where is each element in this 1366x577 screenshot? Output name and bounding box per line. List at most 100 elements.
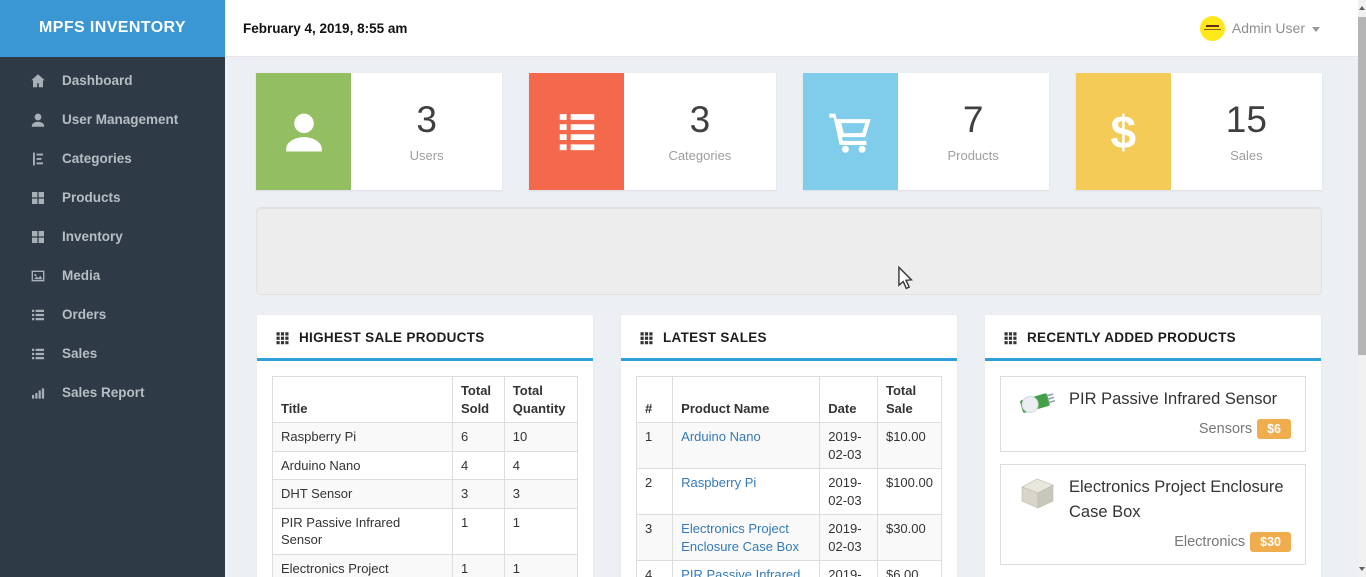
- stat-label: Users: [410, 148, 444, 163]
- sidebar-item-products[interactable]: Products: [0, 178, 225, 217]
- table-cell: 10: [504, 423, 577, 452]
- table-row: 2Raspberry Pi2019-02-03$100.00: [637, 469, 942, 515]
- sidebar-item-orders[interactable]: Orders: [0, 295, 225, 334]
- panels-row: HIGHEST SALE PRODUCTS TitleTotal SoldTot…: [256, 314, 1322, 577]
- sidebar: Dashboard User Management Categories Produc…: [0, 57, 225, 577]
- sidebar-item-dashboard[interactable]: Dashboard: [0, 61, 225, 100]
- product-link[interactable]: Electronics Project Enclosure Case Box: [681, 521, 799, 554]
- product-link[interactable]: Raspberry Pi: [681, 475, 756, 490]
- list-ul-icon: [529, 73, 624, 190]
- panel-recently-added-products: RECENTLY ADDED PRODUCTS PIR Passive Infr…: [984, 314, 1322, 577]
- latest-sales-table: #Product NameDateTotal Sale1Arduino Nano…: [636, 376, 942, 577]
- panel-heading: RECENTLY ADDED PRODUCTS: [985, 315, 1321, 361]
- app-title: MPFS INVENTORY: [39, 19, 186, 37]
- table-cell: 1: [637, 423, 673, 469]
- table-cell: DHT Sensor: [273, 480, 453, 509]
- stat-value: 3: [690, 100, 711, 141]
- table-cell: 2019-02-03: [820, 561, 878, 577]
- app-logo[interactable]: MPFS INVENTORY: [0, 0, 225, 57]
- stat-card-categories[interactable]: 3Categories: [529, 73, 775, 190]
- dashboard-page: { "header": { "brand": "MPFS INVENTORY",…: [0, 0, 1366, 577]
- grid-icon: [1003, 330, 1018, 345]
- product-link[interactable]: Arduino Nano: [681, 429, 761, 444]
- table-cell: Electronics Project Enclosure Case Box: [673, 515, 820, 561]
- table-cell: PIR Passive Infrared Sensor: [673, 561, 820, 577]
- table-cell: 6: [452, 423, 504, 452]
- highest-sale-table: TitleTotal SoldTotal QuantityRaspberry P…: [272, 376, 578, 577]
- grid-icon: [639, 330, 654, 345]
- dollar-icon: $: [1076, 73, 1171, 190]
- table-cell: 4: [452, 451, 504, 480]
- user-menu[interactable]: Admin User: [1200, 16, 1320, 41]
- panel-latest-sales: LATEST SALES #Product NameDateTotal Sale…: [620, 314, 958, 577]
- scroll-up-button[interactable]: [1358, 0, 1366, 16]
- sidebar-item-sales[interactable]: Sales: [0, 334, 225, 373]
- sidebar-item-label: Media: [62, 268, 100, 283]
- table-cell: 4: [504, 451, 577, 480]
- sidebar-item-inventory[interactable]: Inventory: [0, 217, 225, 256]
- product-title: Electronics Project Enclosure Case Box: [1069, 478, 1284, 522]
- sidebar-item-label: User Management: [62, 112, 178, 127]
- table-cell: 2019-02-03: [820, 515, 878, 561]
- user-icon: [30, 112, 46, 128]
- stat-value: 3: [416, 100, 437, 141]
- sidebar-item-categories[interactable]: Categories: [0, 139, 225, 178]
- panel-heading: HIGHEST SALE PRODUCTS: [257, 315, 593, 361]
- cart-icon: [803, 73, 898, 190]
- table-cell: 1: [504, 508, 577, 554]
- stat-value: 7: [963, 100, 984, 141]
- scrollbar[interactable]: [1358, 0, 1366, 577]
- main-content: 3 Users 3Categories7Products$15 Sales HIGHE…: [225, 57, 1358, 577]
- grid-icon: [275, 330, 290, 345]
- table-cell: 4: [637, 561, 673, 577]
- column-header: Title: [273, 377, 453, 423]
- user-avatar: [1200, 16, 1225, 41]
- sidebar-item-label: Orders: [62, 307, 106, 322]
- scrollbar-thumb[interactable]: [1358, 17, 1366, 355]
- column-header: Total Quantity: [504, 377, 577, 423]
- enclosure-box-image: [1015, 475, 1059, 518]
- recently-added-list: PIR Passive Infrared SensorSensors$6 Elec…: [985, 361, 1321, 577]
- table-cell: 2: [637, 469, 673, 515]
- grid-icon: [30, 190, 46, 206]
- stat-card-sales[interactable]: $15 Sales: [1076, 73, 1322, 190]
- pir-sensor-image: [1015, 387, 1059, 424]
- panel-highest-sale-products: HIGHEST SALE PRODUCTS TitleTotal SoldTot…: [256, 314, 594, 577]
- stat-value: 15: [1226, 100, 1267, 141]
- user-name: Admin User: [1232, 20, 1305, 36]
- table-row: PIR Passive Infrared Sensor11: [273, 508, 578, 554]
- sidebar-item-user-management[interactable]: User Management: [0, 100, 225, 139]
- stat-card-products[interactable]: 7Products: [803, 73, 1049, 190]
- table-cell: $10.00: [877, 423, 941, 469]
- product-card[interactable]: PIR Passive Infrared SensorSensors$6: [1000, 376, 1306, 452]
- table-row: 1Arduino Nano2019-02-03$10.00: [637, 423, 942, 469]
- sidebar-item-label: Sales Report: [62, 385, 145, 400]
- sidebar-menu: Dashboard User Management Categories Produc…: [0, 57, 225, 412]
- content-well: [256, 207, 1322, 295]
- table-row: Electronics Project Enclosure Case Box11: [273, 554, 578, 577]
- stats-row: 3 Users 3Categories7Products$15 Sales: [256, 73, 1322, 190]
- sidebar-item-label: Products: [62, 190, 121, 205]
- user-icon: [256, 73, 351, 190]
- table-cell: 1: [452, 508, 504, 554]
- table-cell: 1: [504, 554, 577, 577]
- table-cell: Raspberry Pi: [273, 423, 453, 452]
- table-row: DHT Sensor33: [273, 480, 578, 509]
- sitemap-icon: [30, 151, 46, 167]
- price-badge: $30: [1250, 532, 1291, 552]
- sidebar-item-sales-report[interactable]: Sales Report: [0, 373, 225, 412]
- bar-chart-icon: [30, 385, 46, 401]
- table-cell: Electronics Project Enclosure Case Box: [273, 554, 453, 577]
- price-badge: $6: [1257, 419, 1291, 439]
- stat-card-users[interactable]: 3 Users: [256, 73, 502, 190]
- stat-label: Sales: [1230, 148, 1263, 163]
- column-header: Total Sale: [877, 377, 941, 423]
- list-icon: [30, 307, 46, 323]
- scroll-down-button[interactable]: [1358, 561, 1366, 577]
- product-link[interactable]: PIR Passive Infrared Sensor: [681, 567, 800, 577]
- table-row: 4PIR Passive Infrared Sensor2019-02-03$6…: [637, 561, 942, 577]
- sidebar-item-media[interactable]: Media: [0, 256, 225, 295]
- triangle-down-icon: [1359, 567, 1365, 571]
- table-cell: Raspberry Pi: [673, 469, 820, 515]
- product-card[interactable]: Electronics Project Enclosure Case BoxEl…: [1000, 464, 1306, 565]
